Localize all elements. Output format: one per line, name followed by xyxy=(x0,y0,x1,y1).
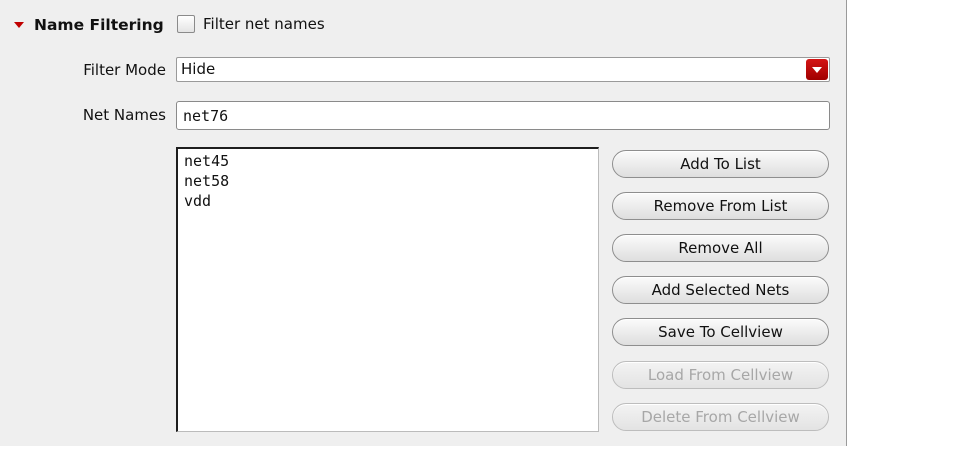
remove-from-list-button[interactable]: Remove From List xyxy=(612,192,829,220)
filter-mode-value: Hide xyxy=(181,60,216,78)
add-to-list-button[interactable]: Add To List xyxy=(612,150,829,178)
load-from-cellview-button[interactable]: Load From Cellview xyxy=(612,361,829,389)
collapse-arrow-icon[interactable] xyxy=(14,22,24,28)
list-item[interactable]: net45 xyxy=(184,151,592,171)
remove-all-button[interactable]: Remove All xyxy=(612,234,829,262)
name-filtering-panel: Name Filtering Filter net names Filter M… xyxy=(0,0,847,446)
section-header[interactable]: Name Filtering xyxy=(8,13,164,37)
filter-net-names-checkbox[interactable] xyxy=(177,15,195,33)
filter-mode-dropdown[interactable]: Hide xyxy=(176,57,830,82)
delete-from-cellview-button[interactable]: Delete From Cellview xyxy=(612,403,829,431)
bottom-strip xyxy=(0,446,846,458)
net-names-list[interactable]: net45 net58 vdd xyxy=(176,147,599,432)
list-item[interactable]: vdd xyxy=(184,191,592,211)
list-item[interactable]: net58 xyxy=(184,171,592,191)
net-names-label: Net Names xyxy=(82,106,166,124)
save-to-cellview-button[interactable]: Save To Cellview xyxy=(612,318,829,346)
dropdown-arrow-icon[interactable] xyxy=(806,59,828,80)
filter-net-names-label: Filter net names xyxy=(203,15,325,33)
add-selected-nets-button[interactable]: Add Selected Nets xyxy=(612,276,829,304)
net-names-input[interactable] xyxy=(176,101,830,130)
filter-mode-label: Filter Mode xyxy=(83,61,166,79)
section-title: Name Filtering xyxy=(34,16,164,34)
